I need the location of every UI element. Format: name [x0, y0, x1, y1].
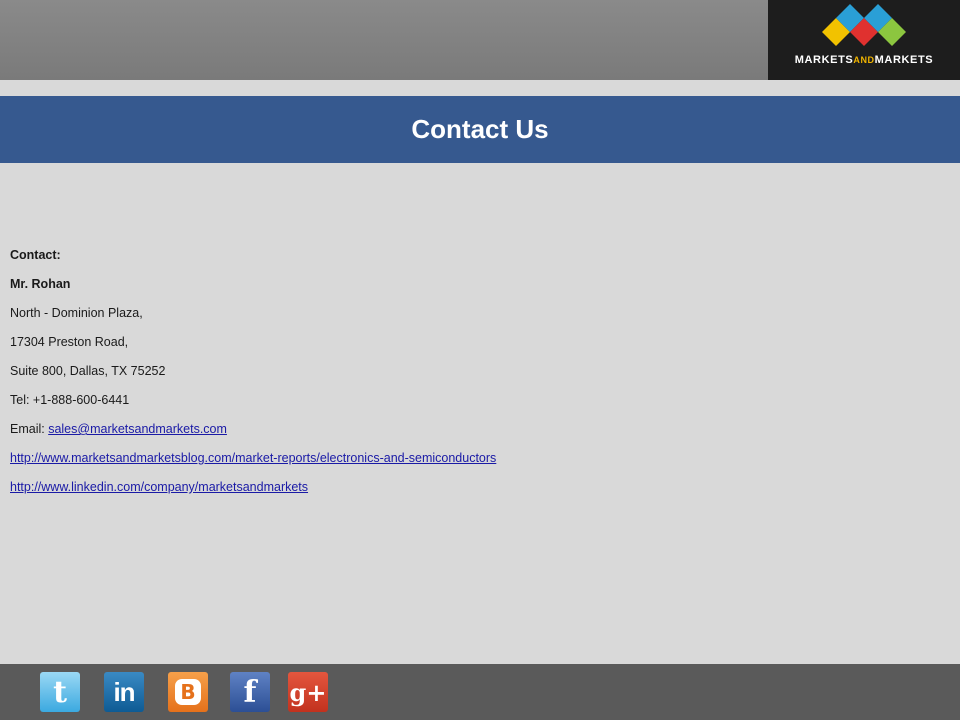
email-link[interactable]: sales@marketsandmarkets.com [48, 422, 227, 436]
facebook-glyph: f [243, 674, 257, 710]
linkedin-icon[interactable]: in [104, 672, 144, 712]
address-line-1: North - Dominion Plaza, [10, 306, 143, 320]
telephone: Tel: +1-888-600-6441 [10, 393, 130, 407]
contact-label: Contact: [10, 248, 61, 262]
twitter-icon[interactable]: t [40, 672, 80, 712]
address-line-3: Suite 800, Dallas, TX 75252 [10, 364, 166, 378]
email-row: Email: sales@marketsandmarkets.com [10, 418, 910, 447]
marketsandmarkets-logo: MARKETSANDMARKETS [768, 0, 960, 80]
logo-wordmark: MARKETSANDMARKETS [794, 54, 934, 66]
title-band: Contact Us [0, 96, 960, 163]
contact-name: Mr. Rohan [10, 277, 71, 291]
page-title: Contact Us [411, 114, 549, 144]
twitter-glyph: t [53, 674, 67, 710]
facebook-icon[interactable]: f [230, 672, 270, 712]
google-plus-icon[interactable]: g+ [288, 672, 328, 712]
blogger-icon[interactable]: B [168, 672, 208, 712]
google-plus-glyph: g+ [289, 677, 327, 707]
blogger-badge: B [175, 679, 201, 705]
linkedin-glyph: in [113, 676, 135, 707]
blog-row: http://www.marketsandmarketsblog.com/mar… [10, 447, 910, 476]
blog-link[interactable]: http://www.marketsandmarketsblog.com/mar… [10, 451, 496, 465]
logo-diamonds-icon [822, 4, 906, 46]
blogger-glyph: B [180, 680, 196, 704]
contact-block: Contact: Mr. Rohan North - Dominion Plaz… [10, 244, 910, 505]
linkedin-link[interactable]: http://www.linkedin.com/company/marketsa… [10, 480, 308, 494]
linkedin-row: http://www.linkedin.com/company/marketsa… [10, 476, 910, 505]
address-line-2: 17304 Preston Road, [10, 335, 129, 349]
email-label: Email: [10, 422, 49, 436]
footer-bar [0, 664, 960, 720]
